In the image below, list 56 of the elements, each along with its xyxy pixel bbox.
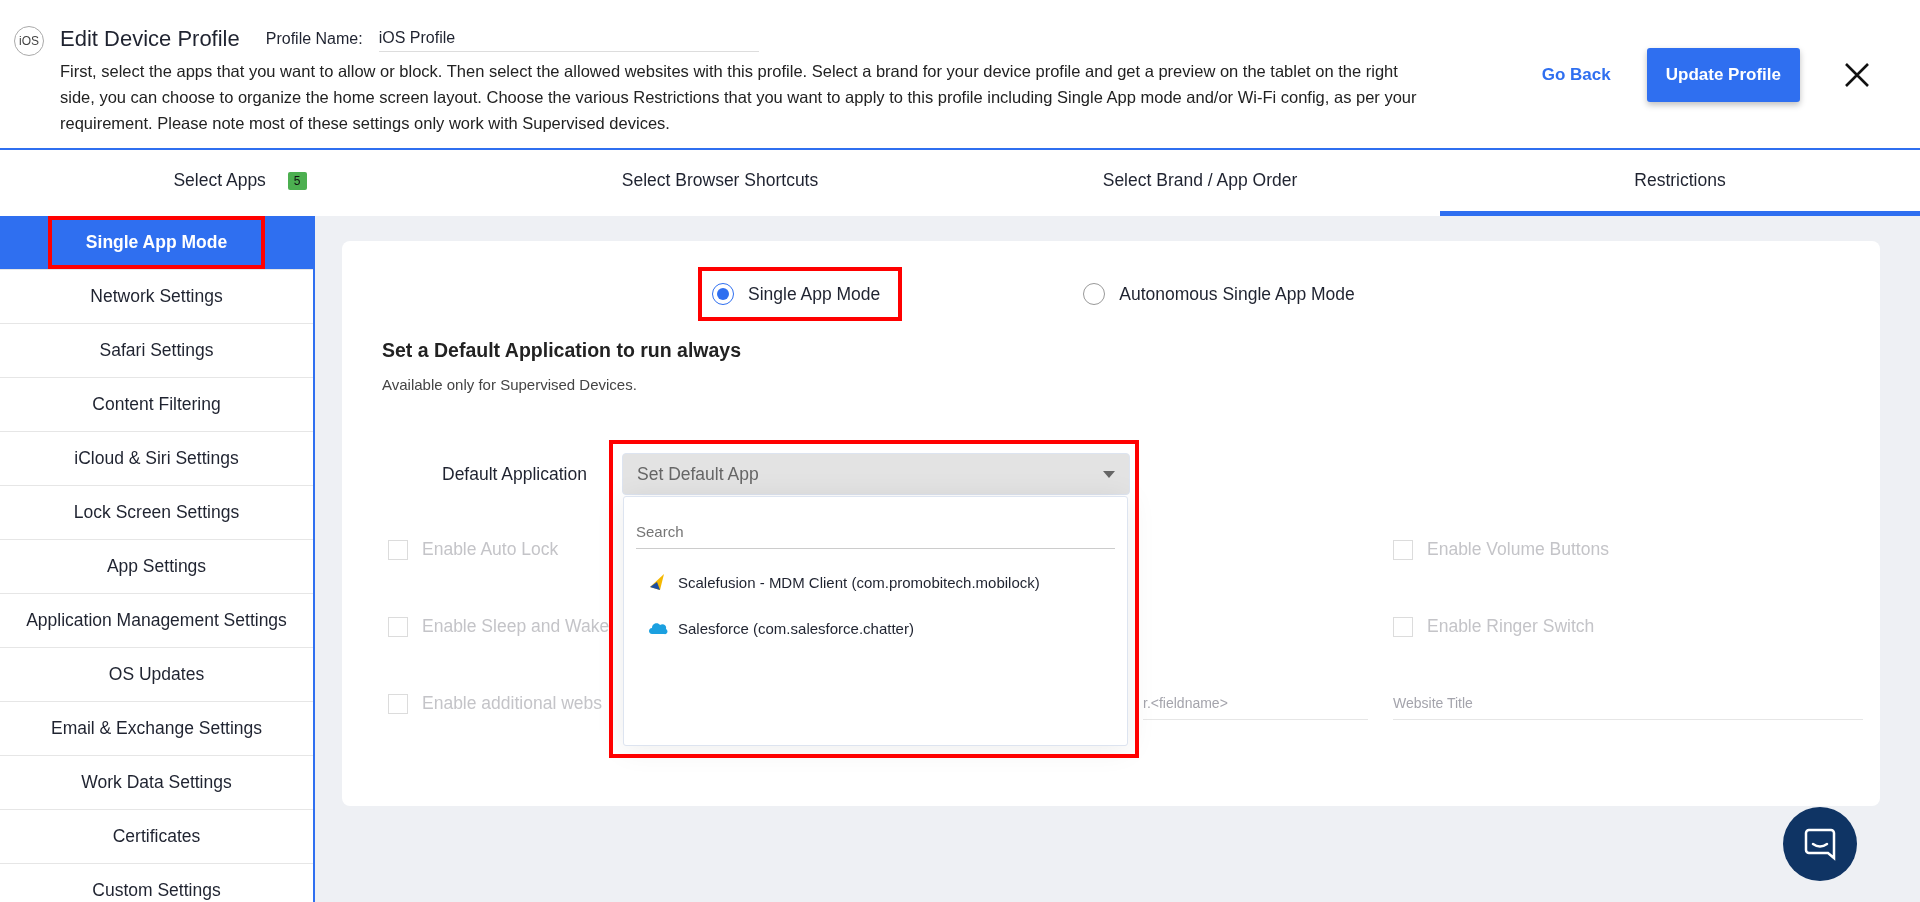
sidebar-item-label: Network Settings	[90, 286, 223, 307]
checkbox-label: Enable Volume Buttons	[1427, 539, 1609, 560]
count-badge: 5	[287, 171, 307, 190]
sidebar-item[interactable]: iCloud & Siri Settings	[0, 432, 313, 486]
sidebar-item-label: iCloud & Siri Settings	[74, 448, 239, 469]
sidebar-item[interactable]: Lock Screen Settings	[0, 486, 313, 540]
sidebar-item-label: Safari Settings	[99, 340, 214, 361]
sidebar-item-label: Work Data Settings	[81, 772, 232, 793]
profile-name-field[interactable]: iOS Profile	[378, 26, 759, 52]
sidebar-item[interactable]: Safari Settings	[0, 324, 313, 378]
sidebar-item[interactable]: Email & Exchange Settings	[0, 702, 313, 756]
page-title: Edit Device Profile	[60, 26, 240, 52]
dropdown-option[interactable]: Salesforce (com.salesforce.chatter)	[636, 605, 1115, 651]
sidebar-item[interactable]: Custom Settings	[0, 864, 313, 902]
checkbox-label: Enable Auto Lock	[422, 539, 559, 560]
section-subtitle: Available only for Supervised Devices.	[382, 376, 638, 393]
update-profile-button[interactable]: Update Profile	[1646, 48, 1800, 102]
field-label: Default Application	[442, 463, 588, 485]
sidebar-item[interactable]: Network Settings	[0, 270, 313, 324]
tab[interactable]: Select Apps 5	[0, 150, 480, 216]
sidebar-item[interactable]: Application Management Settings	[0, 594, 313, 648]
chat-icon	[1803, 827, 1837, 861]
dropdown-option[interactable]: Scalefusion - MDM Client (com.promobitech.mobilock)	[636, 559, 1115, 605]
sidebar-item[interactable]: App Settings	[0, 540, 313, 594]
sidebar-item[interactable]: Certificates	[0, 810, 313, 864]
tab[interactable]: Select Brand / App Order	[960, 150, 1440, 216]
tab[interactable]: Select Browser Shortcuts	[480, 150, 960, 216]
text-field[interactable]: r.<fieldname>	[1143, 687, 1368, 720]
default-app-dropdown[interactable]: Set Default App	[622, 453, 1130, 495]
sidebar-item[interactable]: Single App Mode	[0, 216, 313, 270]
section-title: Set a Default Application to run always	[382, 339, 742, 362]
sidebar-item[interactable]: Work Data Settings	[0, 756, 313, 810]
sidebar-item-label: OS Updates	[108, 664, 205, 685]
go-back-link[interactable]: Go Back	[1541, 65, 1611, 85]
sidebar-item-label: Application Management Settings	[26, 610, 287, 631]
radio-label: Autonomous Single App Mode	[1119, 283, 1355, 305]
tab[interactable]: Restrictions	[1440, 150, 1920, 216]
close-icon[interactable]	[1844, 62, 1870, 88]
radio-label: Single App Mode	[748, 283, 881, 305]
profile-name-label: Profile Name:	[265, 30, 363, 48]
sidebar-item-label: Certificates	[112, 826, 201, 847]
caret-icon	[1103, 470, 1115, 478]
sidebar-item-label: Lock Screen Settings	[73, 502, 240, 523]
description-text: First, select the apps that you want to allow or block. Then select the allowed websites with this profile. Select a brand for your device profile and get a preview on the tablet on the right side, you can choose to organize the home screen layout. Choose the various Restrictions that you want to apply to this profile including Single App mode and/or Wi-Fi config, as per your requirement. Please note most of these settings only work with Supervised devices.	[60, 61, 1418, 134]
sidebar-item[interactable]: Content Filtering	[0, 378, 313, 432]
sidebar-item-label: Content Filtering	[92, 394, 221, 415]
radio-option[interactable]: Single App Mode	[702, 271, 899, 317]
sidebar-item[interactable]: OS Updates	[0, 648, 313, 702]
sidebar-item-label: App Settings	[106, 556, 207, 577]
checkbox-label: Enable Ringer Switch	[1427, 616, 1595, 637]
radio-option[interactable]: Autonomous Single App Mode	[1073, 271, 1373, 317]
sidebar-item-label: Email & Exchange Settings	[50, 718, 263, 739]
checkbox-label: Enable additional webs	[422, 693, 602, 714]
checkbox-label: Enable Sleep and Wake	[422, 616, 610, 637]
website-title-field[interactable]: Website Title	[1393, 687, 1863, 720]
sidebar-item-label: Custom Settings	[92, 880, 221, 901]
